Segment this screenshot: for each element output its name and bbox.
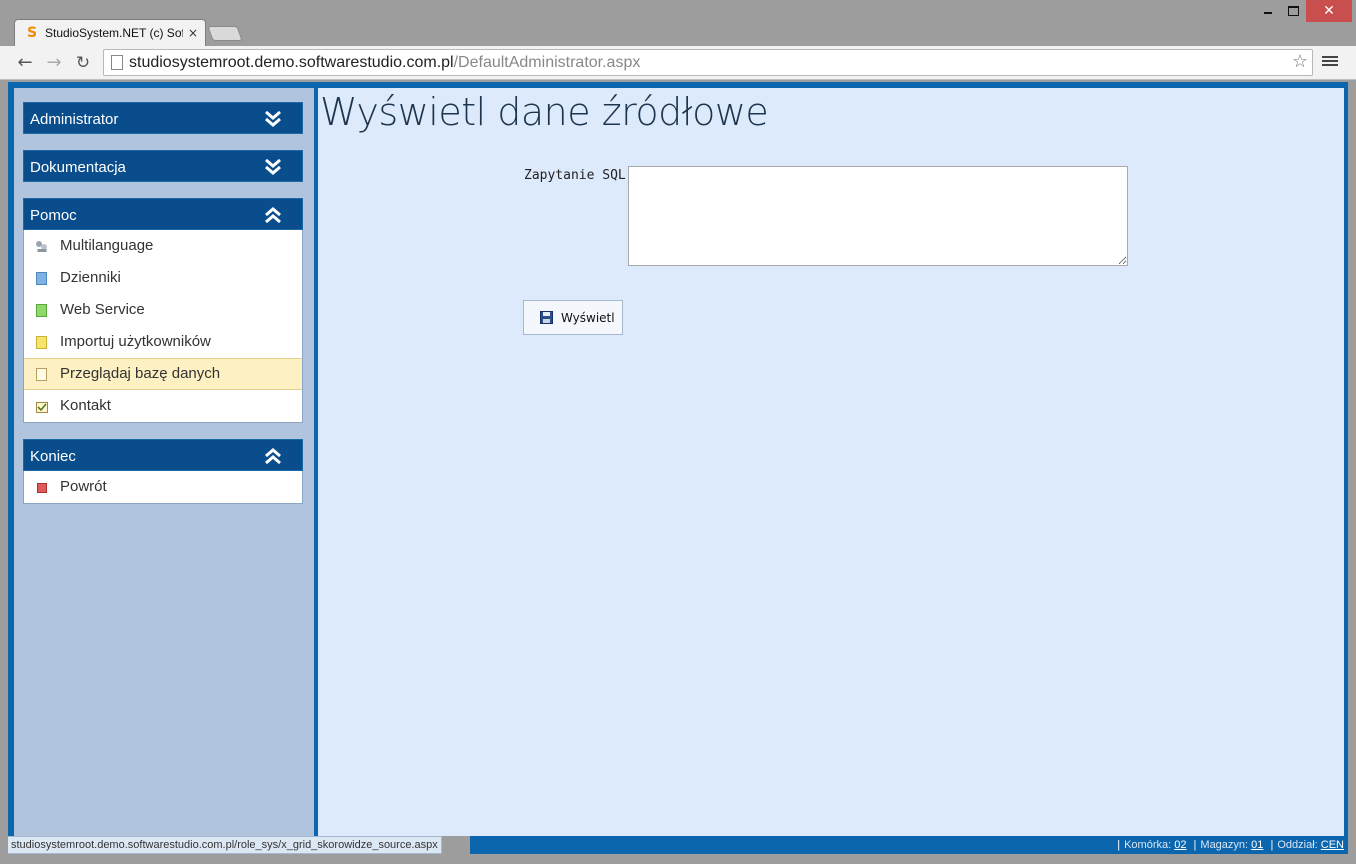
oddzial-link[interactable]: CEN [1321,839,1344,851]
panel-header-koniec[interactable]: Koniec [23,439,303,471]
sidebar-item-label: Kontakt [60,397,111,414]
sidebar-item-label: Dzienniki [60,269,121,286]
oddzial-label: Oddział: [1277,839,1318,851]
status-bar: | Komórka: 02 | Magazyn: 01 | Oddział: CEN [470,836,1348,854]
page-title: Wyświetl dane źródłowe [320,90,769,134]
url-text: studiosystemroot.demo.softwarestudio.com… [129,54,640,72]
main-content: Wyświetl dane źródłowe Zapytanie SQL Wyś… [318,88,1344,836]
tab-title: StudioSystem.NET (c) Soft [45,26,183,40]
panel-body-pomoc: Multilanguage Dzienniki Web Service Impo… [23,230,303,423]
sidebar-item-multilanguage[interactable]: Multilanguage [24,230,302,262]
panel-koniec: Koniec Powrót [23,439,303,504]
double-chevron-up-icon [265,207,281,224]
sidebar-item-label: Web Service [60,301,145,318]
panel-administrator: Administrator [23,102,303,134]
stop-icon [37,483,47,493]
save-disk-icon [540,311,553,324]
panel-title: Dokumentacja [30,159,126,176]
double-chevron-up-icon [265,448,281,465]
panel-header-dokumentacja[interactable]: Dokumentacja [23,150,303,182]
browser-toolbar: ← → ↻ studiosystemroot.demo.softwarestud… [0,46,1356,80]
sql-query-input[interactable] [628,166,1128,266]
address-bar[interactable]: studiosystemroot.demo.softwarestudio.com… [103,49,1313,76]
sidebar: Administrator Dokumentacja Pomoc Multila… [14,88,314,836]
show-button[interactable]: Wyświetl [523,300,623,335]
url-path: /DefaultAdministrator.aspx [453,54,641,71]
panel-title: Koniec [30,448,76,465]
contact-icon [36,402,48,413]
sidebar-item-label: Multilanguage [60,237,154,254]
show-button-label: Wyświetl [561,311,615,325]
new-tab-button[interactable] [207,26,243,41]
sidebar-item-powrot[interactable]: Powrót [24,471,302,503]
window-close-button[interactable]: ✕ [1306,0,1352,22]
url-host: studiosystemroot.demo.softwarestudio.com… [129,54,454,71]
bookmark-star-icon[interactable]: ☆ [1292,52,1308,72]
page-icon [111,55,123,70]
panel-pomoc: Pomoc Multilanguage Dzienniki Web Servic… [23,198,303,423]
browser-tab[interactable]: S StudioSystem.NET (c) Soft × [14,19,206,46]
minimize-button[interactable] [1258,0,1278,22]
panel-header-administrator[interactable]: Administrator [23,102,303,134]
maximize-icon [1287,5,1299,16]
sidebar-item-label: Przeglądaj bazę danych [60,365,221,382]
menu-hamburger-icon[interactable] [1322,54,1338,72]
sidebar-item-label: Importuj użytkowników [60,333,211,350]
komorka-label: Komórka: [1124,839,1172,851]
window-bottom-border [0,854,1356,864]
browser-title-bar: S StudioSystem.NET (c) Soft × ✕ [0,0,1356,46]
people-icon [36,241,47,252]
sidebar-item-przegladaj-baze-danych[interactable]: Przeglądaj bazę danych [24,358,302,390]
magazyn-label: Magazyn: [1200,839,1249,851]
status-info: | Komórka: 02 | Magazyn: 01 | Oddział: CEN [1117,839,1344,851]
minimize-icon [1264,11,1272,14]
double-chevron-down-icon [265,158,281,175]
sidebar-item-importuj-uzytkownikow[interactable]: Importuj użytkowników [24,326,302,358]
sidebar-item-dzienniki[interactable]: Dzienniki [24,262,302,294]
magazyn-link[interactable]: 01 [1251,839,1263,851]
studiosystem-favicon-icon: S [27,25,38,41]
panel-header-pomoc[interactable]: Pomoc [23,198,303,230]
panel-dokumentacja: Dokumentacja [23,150,303,182]
sql-query-label: Zapytanie SQL [524,168,626,183]
sidebar-item-web-service[interactable]: Web Service [24,294,302,326]
panel-title: Pomoc [30,207,77,224]
tab-close-icon[interactable]: × [188,26,198,41]
double-chevron-down-icon [265,110,281,127]
forward-arrow-icon[interactable]: → [43,52,65,74]
document-yellow-icon [36,336,47,349]
document-edit-icon [36,368,47,381]
panel-body-koniec: Powrót [23,471,303,504]
sidebar-item-label: Powrót [60,478,107,495]
reload-icon[interactable]: ↻ [72,52,94,74]
maximize-button[interactable] [1283,0,1303,22]
back-arrow-icon[interactable]: ← [14,52,36,74]
status-hover-url: studiosystemroot.demo.softwarestudio.com… [8,836,442,854]
sidebar-item-kontakt[interactable]: Kontakt [24,390,302,422]
document-green-icon [36,304,47,317]
document-blue-icon [36,272,47,285]
komorka-link[interactable]: 02 [1174,839,1186,851]
app-frame: Administrator Dokumentacja Pomoc Multila… [8,82,1348,836]
panel-title: Administrator [30,111,119,128]
